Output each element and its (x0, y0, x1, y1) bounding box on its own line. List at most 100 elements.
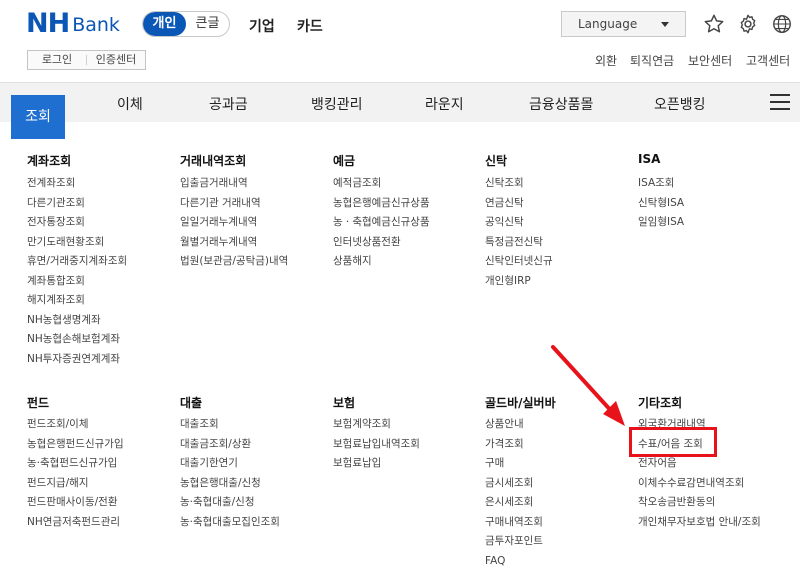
menu-item[interactable]: 계좌통합조회 (27, 272, 127, 292)
menu-item[interactable]: 전자통장조회 (27, 213, 127, 233)
logo-bank: Bank (72, 14, 120, 36)
menu-item[interactable]: 대출기한연기 (180, 454, 280, 474)
menu-item[interactable]: 휴면/거래중지계좌조회 (27, 252, 127, 272)
menu-item[interactable]: 개인형IRP (485, 272, 553, 292)
menu-item[interactable]: 다른기관조회 (27, 194, 127, 214)
menu-item[interactable]: 신탁형ISA (638, 194, 684, 214)
menu-item[interactable]: 펀드지급/해지 (27, 474, 124, 494)
util-customer[interactable]: 고객센터 (746, 52, 790, 69)
section-gold-silver[interactable]: 골드바/실버바 (485, 394, 556, 411)
language-select[interactable]: Language (561, 11, 686, 37)
util-pension[interactable]: 퇴직연금 (630, 52, 674, 69)
insurance-menu: 보험계약조회 보험료납입내역조회 보험료납입 (333, 415, 420, 474)
nav-utility-bills[interactable]: 공과금 (209, 94, 248, 114)
card-link[interactable]: 카드 (297, 16, 323, 36)
section-insurance[interactable]: 보험 (333, 394, 355, 411)
menu-item[interactable]: 연금신탁 (485, 194, 553, 214)
personal-bigtext-toggle: 개인 큰글 (142, 11, 230, 37)
nav-open-banking[interactable]: 오픈뱅킹 (654, 94, 706, 114)
section-deposit[interactable]: 예금 (333, 152, 355, 169)
menu-item[interactable]: FAQ (485, 552, 543, 572)
menu-item[interactable]: 법원(보관금/공탁금)내역 (180, 252, 288, 272)
login-button[interactable]: 로그인 (28, 51, 86, 69)
section-account[interactable]: 계좌조회 (27, 152, 71, 169)
nav-banking-mgmt[interactable]: 뱅킹관리 (311, 94, 363, 114)
account-menu: 전계좌조회 다른기관조회 전자통장조회 만기도래현황조회 휴면/거래중지계좌조회… (27, 174, 127, 369)
menu-item[interactable]: 신탁인터넷신규 (485, 252, 553, 272)
menu-item[interactable]: 보험계약조회 (333, 415, 420, 435)
section-isa[interactable]: ISA (638, 152, 660, 166)
menu-item[interactable]: 입출금거래내역 (180, 174, 288, 194)
menu-item[interactable]: 가격조회 (485, 435, 543, 455)
menu-item[interactable]: 금시세조회 (485, 474, 543, 494)
nh-bank-logo[interactable]: NH Bank (26, 9, 120, 39)
menu-item[interactable]: 해지계좌조회 (27, 291, 127, 311)
transactions-menu: 입출금거래내역 다른기관 거래내역 일일거래누계내역 월별거래누계내역 법원(보… (180, 174, 288, 272)
big-text-tab[interactable]: 큰글 (186, 12, 229, 36)
menu-item[interactable]: 이체수수료감면내역조회 (638, 474, 761, 494)
menu-item[interactable]: 펀드판매사이동/전환 (27, 493, 124, 513)
menu-item[interactable]: 만기도래현황조회 (27, 233, 127, 253)
corporate-link[interactable]: 기업 (249, 16, 275, 36)
menu-item[interactable]: 착오송금반환동의 (638, 493, 761, 513)
menu-item[interactable]: ISA조회 (638, 174, 684, 194)
menu-item[interactable]: 구매 (485, 454, 543, 474)
menu-item[interactable]: NH농협생명계좌 (27, 311, 127, 331)
menu-item[interactable]: 일임형ISA (638, 213, 684, 233)
menu-item[interactable]: 전계좌조회 (27, 174, 127, 194)
menu-item[interactable]: 보험료납입내역조회 (333, 435, 420, 455)
menu-item[interactable]: 상품안내 (485, 415, 543, 435)
menu-item[interactable]: 개인채무자보호법 안내/조회 (638, 513, 761, 533)
menu-item[interactable]: 대출금조회/상환 (180, 435, 280, 455)
menu-item[interactable]: NH연금저축펀드관리 (27, 513, 124, 533)
section-fund[interactable]: 펀드 (27, 394, 49, 411)
menu-item[interactable]: 농·축협대출모집인조회 (180, 513, 280, 533)
globe-icon[interactable] (771, 13, 793, 35)
menu-item[interactable]: 금투자포인트 (485, 532, 543, 552)
menu-item[interactable]: 대출조회 (180, 415, 280, 435)
section-other[interactable]: 기타조회 (638, 394, 682, 411)
section-transactions[interactable]: 거래내역조회 (180, 152, 246, 169)
nav-inquiry[interactable]: 조회 (11, 95, 65, 139)
menu-item[interactable]: 은시세조회 (485, 493, 543, 513)
menu-item[interactable]: 인터넷상품전환 (333, 233, 430, 253)
menu-item[interactable]: 특정금전신탁 (485, 233, 553, 253)
menu-item[interactable]: 신탁조회 (485, 174, 553, 194)
trust-menu: 신탁조회 연금신탁 공익신탁 특정금전신탁 신탁인터넷신규 개인형IRP (485, 174, 553, 291)
section-trust[interactable]: 신탁 (485, 152, 507, 169)
menu-item[interactable]: 예적금조회 (333, 174, 430, 194)
deposit-menu: 예적금조회 농협은행예금신규상품 농ㆍ축협예금신규상품 인터넷상품전환 상품해지 (333, 174, 430, 272)
menu-item[interactable]: 상품해지 (333, 252, 430, 272)
menu-item[interactable]: NH투자증권연계계좌 (27, 350, 127, 370)
util-security[interactable]: 보안센터 (688, 52, 732, 69)
menu-item[interactable]: 보험료납입 (333, 454, 420, 474)
nav-product-mall[interactable]: 금융상품몰 (529, 94, 593, 114)
menu-item[interactable]: 구매내역조회 (485, 513, 543, 533)
hamburger-icon[interactable] (770, 94, 790, 110)
menu-item[interactable]: 공익신탁 (485, 213, 553, 233)
gear-icon[interactable] (737, 13, 759, 35)
loan-menu: 대출조회 대출금조회/상환 대출기한연기 농협은행대출/신청 농·축협대출/신청… (180, 415, 280, 532)
logo-nh: NH (26, 8, 70, 39)
cert-center-button[interactable]: 인증센터 (87, 51, 145, 69)
menu-item[interactable]: 농협은행펀드신규가입 (27, 435, 124, 455)
personal-tab[interactable]: 개인 (143, 12, 186, 36)
section-loan[interactable]: 대출 (180, 394, 202, 411)
isa-menu: ISA조회 신탁형ISA 일임형ISA (638, 174, 684, 233)
login-box: 로그인 인증센터 (27, 50, 146, 70)
menu-item[interactable]: 펀드조회/이체 (27, 415, 124, 435)
nav-lounge[interactable]: 라운지 (425, 94, 464, 114)
menu-item[interactable]: 농협은행예금신규상품 (333, 194, 430, 214)
nav-transfer[interactable]: 이체 (117, 94, 143, 114)
menu-item[interactable]: 다른기관 거래내역 (180, 194, 288, 214)
menu-item[interactable]: 농·축협펀드신규가입 (27, 454, 124, 474)
util-forex[interactable]: 외환 (595, 52, 617, 69)
menu-item[interactable]: 농ㆍ축협예금신규상품 (333, 213, 430, 233)
menu-item[interactable]: NH농협손해보험계좌 (27, 330, 127, 350)
star-icon[interactable] (703, 13, 725, 35)
menu-item[interactable]: 농·축협대출/신청 (180, 493, 280, 513)
menu-item[interactable]: 농협은행대출/신청 (180, 474, 280, 494)
menu-item[interactable]: 월별거래누계내역 (180, 233, 288, 253)
menu-item[interactable]: 일일거래누계내역 (180, 213, 288, 233)
fund-menu: 펀드조회/이체 농협은행펀드신규가입 농·축협펀드신규가입 펀드지급/해지 펀드… (27, 415, 124, 532)
